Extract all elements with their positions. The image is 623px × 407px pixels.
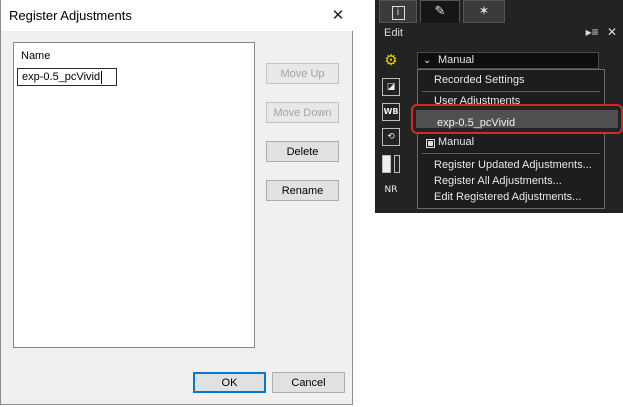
menu-item-highlighted-label: exp-0.5_pcVivid <box>437 117 516 129</box>
menu-item-register-updated[interactable]: Register Updated Adjustments... <box>434 159 592 171</box>
magic-wand-icon: ✶ <box>478 3 490 18</box>
menu-item-highlighted[interactable]: exp-0.5_pcVivid <box>416 110 618 129</box>
panel-controls: ▸≡ ✕ <box>586 25 617 39</box>
tone-icon[interactable] <box>382 155 391 173</box>
nr-label: NR <box>384 185 398 195</box>
menu-item-recorded-settings[interactable]: Recorded Settings <box>434 74 525 86</box>
adjustments-dropdown[interactable]: ⌄ Manual <box>417 52 599 69</box>
white-balance-icon[interactable]: WB <box>382 103 400 121</box>
ok-button[interactable]: OK <box>193 372 266 393</box>
dialog-title: Register Adjustments <box>9 8 132 23</box>
gear-icon[interactable]: ⚙ <box>382 52 400 70</box>
list-header-name: Name <box>21 50 51 62</box>
menu-item-manual-label: Manual <box>438 136 475 148</box>
move-down-button[interactable]: Move Down <box>266 102 339 123</box>
edit-section-label: Edit <box>384 27 403 39</box>
chevron-down-icon: ⌄ <box>423 55 432 66</box>
highlight-callout: exp-0.5_pcVivid <box>411 104 623 134</box>
rename-edit-value: exp-0.5_pcVivid <box>22 71 101 83</box>
rename-edit-field[interactable]: exp-0.5_pcVivid <box>17 68 117 86</box>
delete-button[interactable]: Delete <box>266 141 339 162</box>
noise-reduction-icon[interactable]: NR <box>382 182 400 200</box>
rename-button[interactable]: Rename <box>266 180 339 201</box>
edit-pencil-icon: ✎ <box>434 3 446 18</box>
panel-close-icon[interactable]: ✕ <box>607 25 617 39</box>
menu-item-register-all[interactable]: Register All Adjustments... <box>434 175 562 187</box>
checked-square-icon <box>426 139 435 148</box>
adjustments-list[interactable]: Name exp-0.5_pcVivid <box>13 42 255 348</box>
tab-edit[interactable]: ✎ <box>420 0 460 23</box>
register-adjustments-dialog: Register Adjustments ✕ Name exp-0.5_pcVi… <box>0 0 354 405</box>
info-icon: i <box>391 6 405 20</box>
move-up-button[interactable]: Move Up <box>266 63 339 84</box>
menu-separator <box>422 153 600 154</box>
dropdown-selected-value: Manual <box>438 54 475 66</box>
wb-label: WB <box>383 107 399 116</box>
exposure-icon[interactable]: ◪ <box>382 78 400 96</box>
menu-item-edit-registered[interactable]: Edit Registered Adjustments... <box>434 191 581 203</box>
menu-item-manual[interactable]: Manual <box>422 136 602 150</box>
text-caret <box>101 70 103 84</box>
tab-effects[interactable]: ✶ <box>463 0 505 23</box>
adjustments-dropdown-menu: Recorded Settings User Adjustments Manua… <box>417 69 605 209</box>
dialog-titlebar: Register Adjustments ✕ <box>1 0 354 31</box>
tone-icon-right <box>394 155 400 173</box>
rotate-icon[interactable]: ⟲ <box>382 128 400 146</box>
tab-info[interactable]: i <box>379 0 417 23</box>
menu-separator <box>422 91 600 92</box>
panel-menu-icon[interactable]: ▸≡ <box>586 25 599 39</box>
close-icon[interactable]: ✕ <box>322 0 354 31</box>
cancel-button[interactable]: Cancel <box>272 372 345 393</box>
